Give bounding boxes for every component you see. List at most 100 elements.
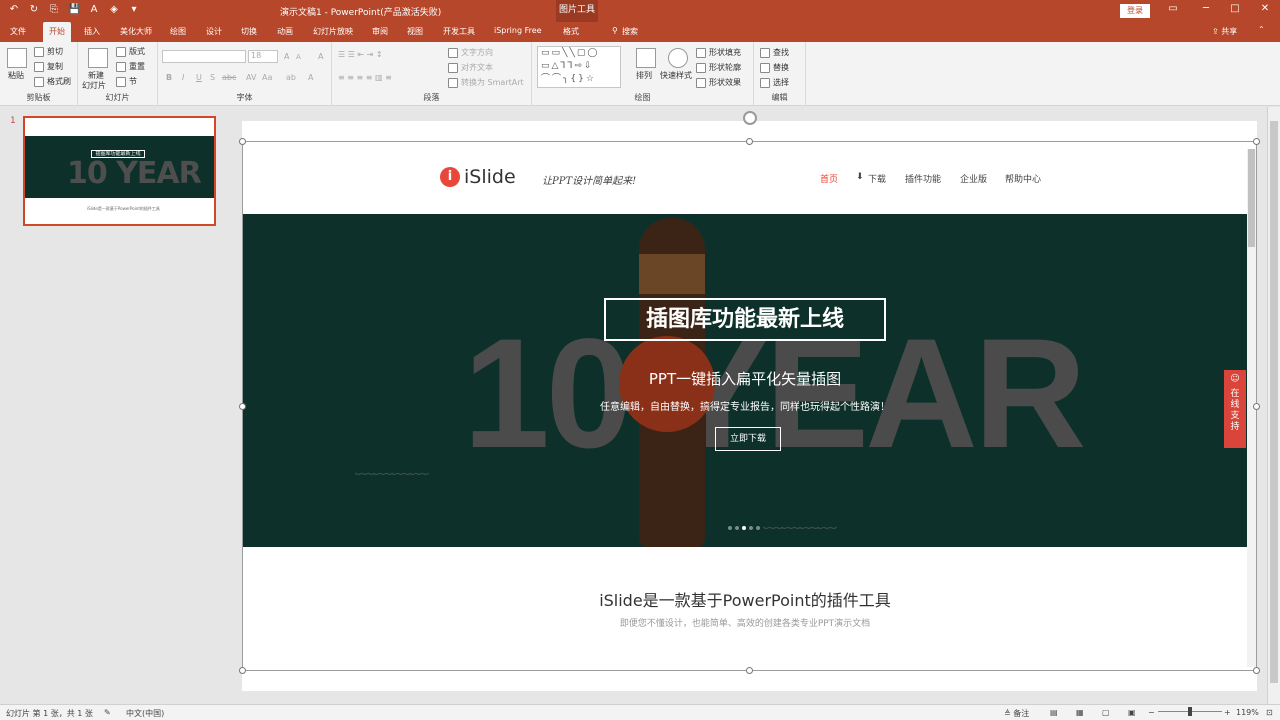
- search-icon[interactable]: ⚲: [612, 26, 618, 35]
- shrink-font-button[interactable]: A: [296, 53, 301, 61]
- tab-review[interactable]: 审阅: [372, 26, 388, 37]
- login-button[interactable]: 登录: [1120, 4, 1150, 18]
- format-painter-button[interactable]: 格式刷: [34, 76, 71, 87]
- shape-effects-button[interactable]: 形状效果: [696, 77, 741, 88]
- arrange-icon[interactable]: [636, 48, 656, 68]
- select-label: 选择: [773, 78, 789, 87]
- bold-button[interactable]: B: [166, 73, 172, 82]
- tab-transitions[interactable]: 切换: [241, 26, 257, 37]
- align-buttons[interactable]: ≡ ≡ ≡ ≡ ▥ ≡: [338, 73, 392, 82]
- zoom-out-button[interactable]: −: [1148, 708, 1155, 717]
- share-button[interactable]: ⇪ 共享: [1212, 26, 1237, 37]
- section-button[interactable]: 节: [116, 76, 137, 87]
- tab-slideshow[interactable]: 幻灯片放映: [313, 26, 353, 37]
- paste-button[interactable]: 粘贴: [8, 70, 24, 81]
- slideshow-view-icon[interactable]: ▣: [1128, 708, 1136, 717]
- reading-view-icon[interactable]: ▢: [1102, 708, 1110, 717]
- new-slide-icon[interactable]: [88, 48, 108, 68]
- bullets-button[interactable]: ☰ ☰ ⇤ ⇥ ↕: [338, 50, 383, 59]
- select-button[interactable]: 选择: [760, 77, 789, 88]
- shadow-button[interactable]: S: [210, 73, 215, 82]
- zoom-level[interactable]: 119%: [1236, 708, 1259, 717]
- resize-handle[interactable]: [1253, 138, 1260, 145]
- editor-scrollbar[interactable]: [1267, 107, 1280, 704]
- tab-view[interactable]: 视图: [407, 26, 423, 37]
- resize-handle[interactable]: [746, 138, 753, 145]
- tab-format[interactable]: 格式: [563, 26, 579, 37]
- grow-font-button[interactable]: A: [284, 52, 289, 61]
- clear-format-button[interactable]: A: [318, 52, 323, 61]
- editor-scrollbar-thumb[interactable]: [1270, 121, 1278, 683]
- paste-icon[interactable]: [7, 48, 27, 68]
- cut-button[interactable]: 剪切: [34, 46, 63, 57]
- strikethrough-button[interactable]: abc: [222, 73, 236, 82]
- tab-file[interactable]: 文件: [10, 26, 26, 37]
- tab-insert[interactable]: 插入: [84, 26, 100, 37]
- font-color-button[interactable]: A: [308, 73, 313, 82]
- shape-fill-button[interactable]: 形状填充: [696, 47, 741, 58]
- spellcheck-icon[interactable]: ✎: [104, 708, 111, 717]
- highlight-button[interactable]: ab: [286, 73, 296, 82]
- undo-icon[interactable]: ↶: [8, 4, 20, 16]
- fit-slide-icon[interactable]: ⊡: [1266, 708, 1273, 717]
- resize-handle[interactable]: [1253, 667, 1260, 674]
- drawing-group-label: 绘图: [634, 93, 651, 102]
- font-name-input[interactable]: [162, 50, 246, 63]
- shapes-gallery[interactable]: ▭▭╲╲▢◯ ▭△⅂⅂⇨⇩ ⌒⌒╮{}☆: [537, 46, 621, 88]
- resize-handle[interactable]: [239, 667, 246, 674]
- slide-sorter-icon[interactable]: ▦: [1076, 708, 1084, 717]
- layout-button[interactable]: 版式: [116, 46, 145, 57]
- rotate-handle-icon[interactable]: [743, 111, 757, 125]
- quick-styles-icon[interactable]: [668, 48, 688, 68]
- tab-beautify[interactable]: 美化大师: [120, 26, 152, 37]
- find-button[interactable]: 查找: [760, 47, 789, 58]
- quick-styles-button[interactable]: 快速样式: [660, 70, 692, 81]
- shape-outline-button[interactable]: 形状轮廓: [696, 62, 741, 73]
- italic-button[interactable]: I: [182, 73, 184, 82]
- slide-show-icon[interactable]: ⎘: [48, 4, 60, 16]
- tab-search[interactable]: 搜索: [622, 26, 638, 37]
- text-direction-button[interactable]: 文字方向: [448, 47, 493, 58]
- change-case-button[interactable]: Aa: [262, 73, 272, 82]
- restore-icon[interactable]: □: [1228, 3, 1242, 14]
- minimize-icon[interactable]: ─: [1199, 3, 1213, 14]
- close-icon[interactable]: ✕: [1258, 3, 1272, 14]
- resize-handle[interactable]: [239, 403, 246, 410]
- tab-draw[interactable]: 绘图: [170, 26, 186, 37]
- zoom-slider-knob[interactable]: [1188, 707, 1192, 716]
- arrange-button[interactable]: 排列: [636, 70, 652, 81]
- normal-view-icon[interactable]: ▤: [1050, 708, 1058, 717]
- replace-button[interactable]: 替换: [760, 62, 789, 73]
- resize-handle[interactable]: [1253, 403, 1260, 410]
- collapse-ribbon-icon[interactable]: ⌃: [1258, 25, 1265, 34]
- redo-icon[interactable]: ↻: [28, 4, 40, 16]
- tab-animations[interactable]: 动画: [277, 26, 293, 37]
- reset-icon: [116, 61, 126, 72]
- smartart-label: 转换为 SmartArt: [461, 78, 524, 87]
- resize-handle[interactable]: [746, 667, 753, 674]
- underline-button[interactable]: U: [196, 73, 202, 82]
- font-group-label: 字体: [236, 93, 253, 102]
- resize-handle[interactable]: [239, 138, 246, 145]
- touch-mode-icon[interactable]: ◈: [108, 4, 120, 16]
- tab-developer[interactable]: 开发工具: [443, 26, 475, 37]
- zoom-in-button[interactable]: +: [1224, 708, 1231, 717]
- font-size-input[interactable]: 18: [248, 50, 278, 63]
- copy-button[interactable]: 复制: [34, 61, 63, 72]
- language[interactable]: 中文(中国): [126, 708, 164, 719]
- slide-thumbnail[interactable]: 10 YEAR 插图库功能最新上线 iSlide是一款基于PowerPoint的…: [23, 116, 216, 226]
- tab-design[interactable]: 设计: [206, 26, 222, 37]
- reset-button[interactable]: 重置: [116, 61, 145, 72]
- font-icon[interactable]: A: [88, 4, 100, 16]
- smartart-button[interactable]: 转换为 SmartArt: [448, 77, 524, 88]
- customize-qat-icon[interactable]: ▾: [128, 4, 140, 16]
- ribbon-display-icon[interactable]: ▭: [1166, 3, 1180, 14]
- tab-ispring[interactable]: iSpring Free: [494, 26, 542, 35]
- align-text-button[interactable]: 对齐文本: [448, 62, 493, 73]
- save-icon[interactable]: 💾: [68, 4, 80, 16]
- thumb-nav: [25, 118, 214, 136]
- char-spacing-button[interactable]: AV: [246, 73, 256, 82]
- smartart-icon: [448, 77, 458, 88]
- notes-button[interactable]: ≜ 备注: [1004, 708, 1029, 719]
- tab-home[interactable]: 开始: [43, 22, 71, 42]
